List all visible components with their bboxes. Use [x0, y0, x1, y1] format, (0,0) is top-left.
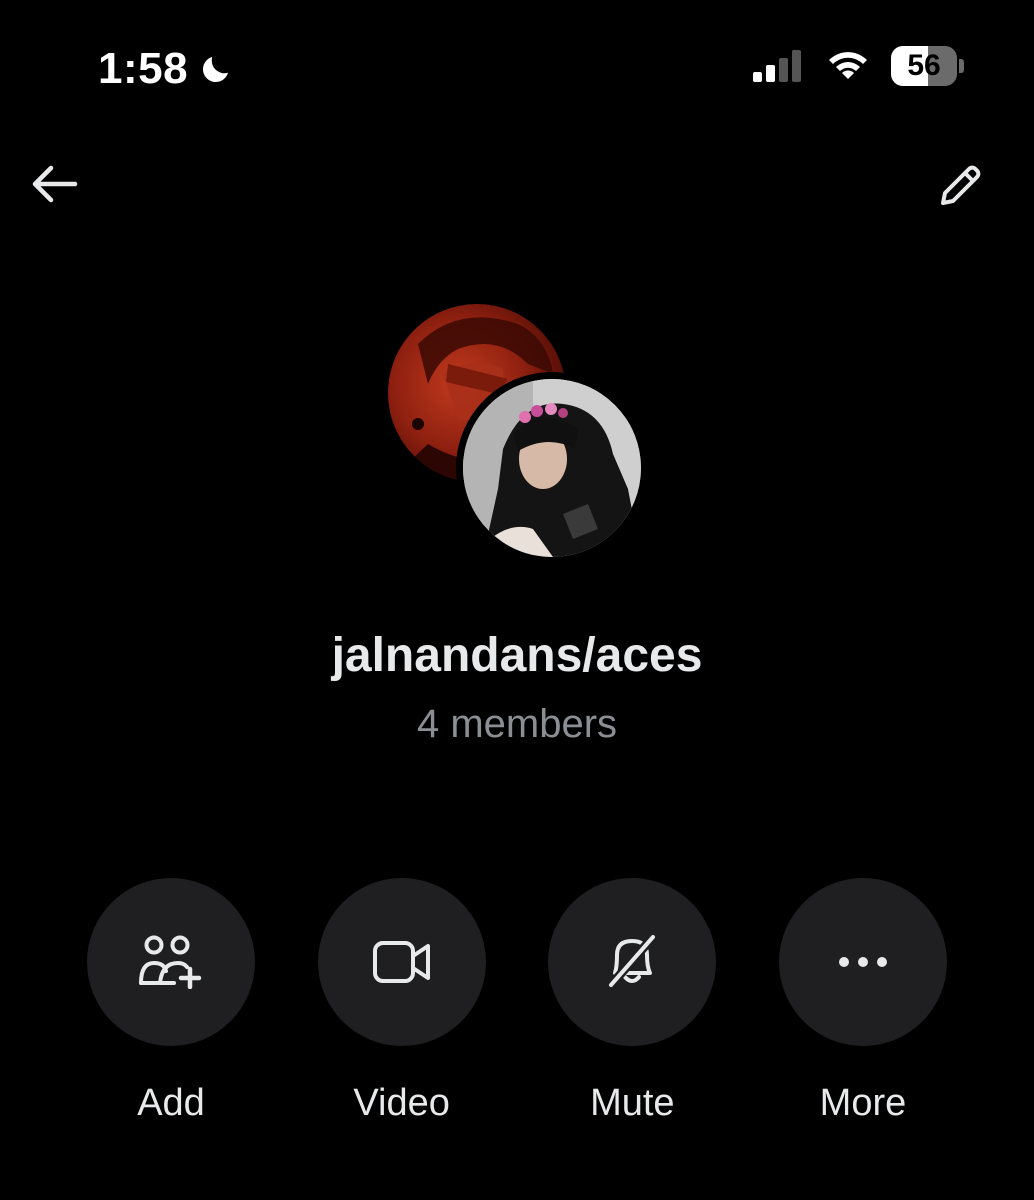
pencil-icon: [941, 165, 981, 205]
group-info-screen: 1:58 56 jalnandans/aces 4 members Add Vi…: [0, 0, 1034, 1200]
member-avatar-2-photo: [463, 379, 641, 557]
add-button[interactable]: Add: [86, 878, 256, 1125]
mute-button[interactable]: Mute: [547, 878, 717, 1125]
video-button[interactable]: Video: [317, 878, 487, 1125]
battery-icon: 56: [891, 46, 964, 86]
more-button-circle[interactable]: [778, 878, 947, 1046]
action-bar: Add Video Mute More: [86, 878, 948, 1125]
status-time-text: 1:58: [98, 44, 189, 93]
battery-level-text: 56: [907, 49, 941, 82]
arrow-left-icon: [32, 165, 78, 203]
battery-cap: [959, 59, 964, 73]
more-label: More: [819, 1082, 907, 1124]
group-member-count[interactable]: 4 members: [0, 702, 1034, 747]
add-button-circle[interactable]: [87, 878, 255, 1046]
wifi-icon: [829, 52, 867, 79]
back-button[interactable]: [22, 152, 86, 216]
video-label: Video: [353, 1082, 450, 1124]
video-camera-icon: [372, 941, 430, 983]
add-label: Add: [137, 1082, 205, 1124]
mute-button-circle[interactable]: [548, 878, 717, 1046]
video-button-circle[interactable]: [317, 878, 486, 1046]
more-dots-icon: [838, 957, 887, 967]
group-name: jalnandans/aces: [331, 629, 703, 682]
member-avatar-2: [456, 372, 648, 564]
status-indicators: 56: [753, 46, 964, 86]
add-people-icon: [139, 935, 202, 989]
signal-icon: [753, 50, 801, 82]
group-avatar[interactable]: [388, 304, 648, 566]
battery-indicator: 56: [891, 46, 957, 86]
more-button[interactable]: More: [778, 878, 948, 1125]
status-time: 1:58: [98, 44, 234, 94]
moon-icon: [203, 57, 229, 83]
edit-button[interactable]: [928, 152, 992, 216]
bell-off-icon: [607, 934, 657, 988]
mute-label: Mute: [590, 1082, 675, 1124]
